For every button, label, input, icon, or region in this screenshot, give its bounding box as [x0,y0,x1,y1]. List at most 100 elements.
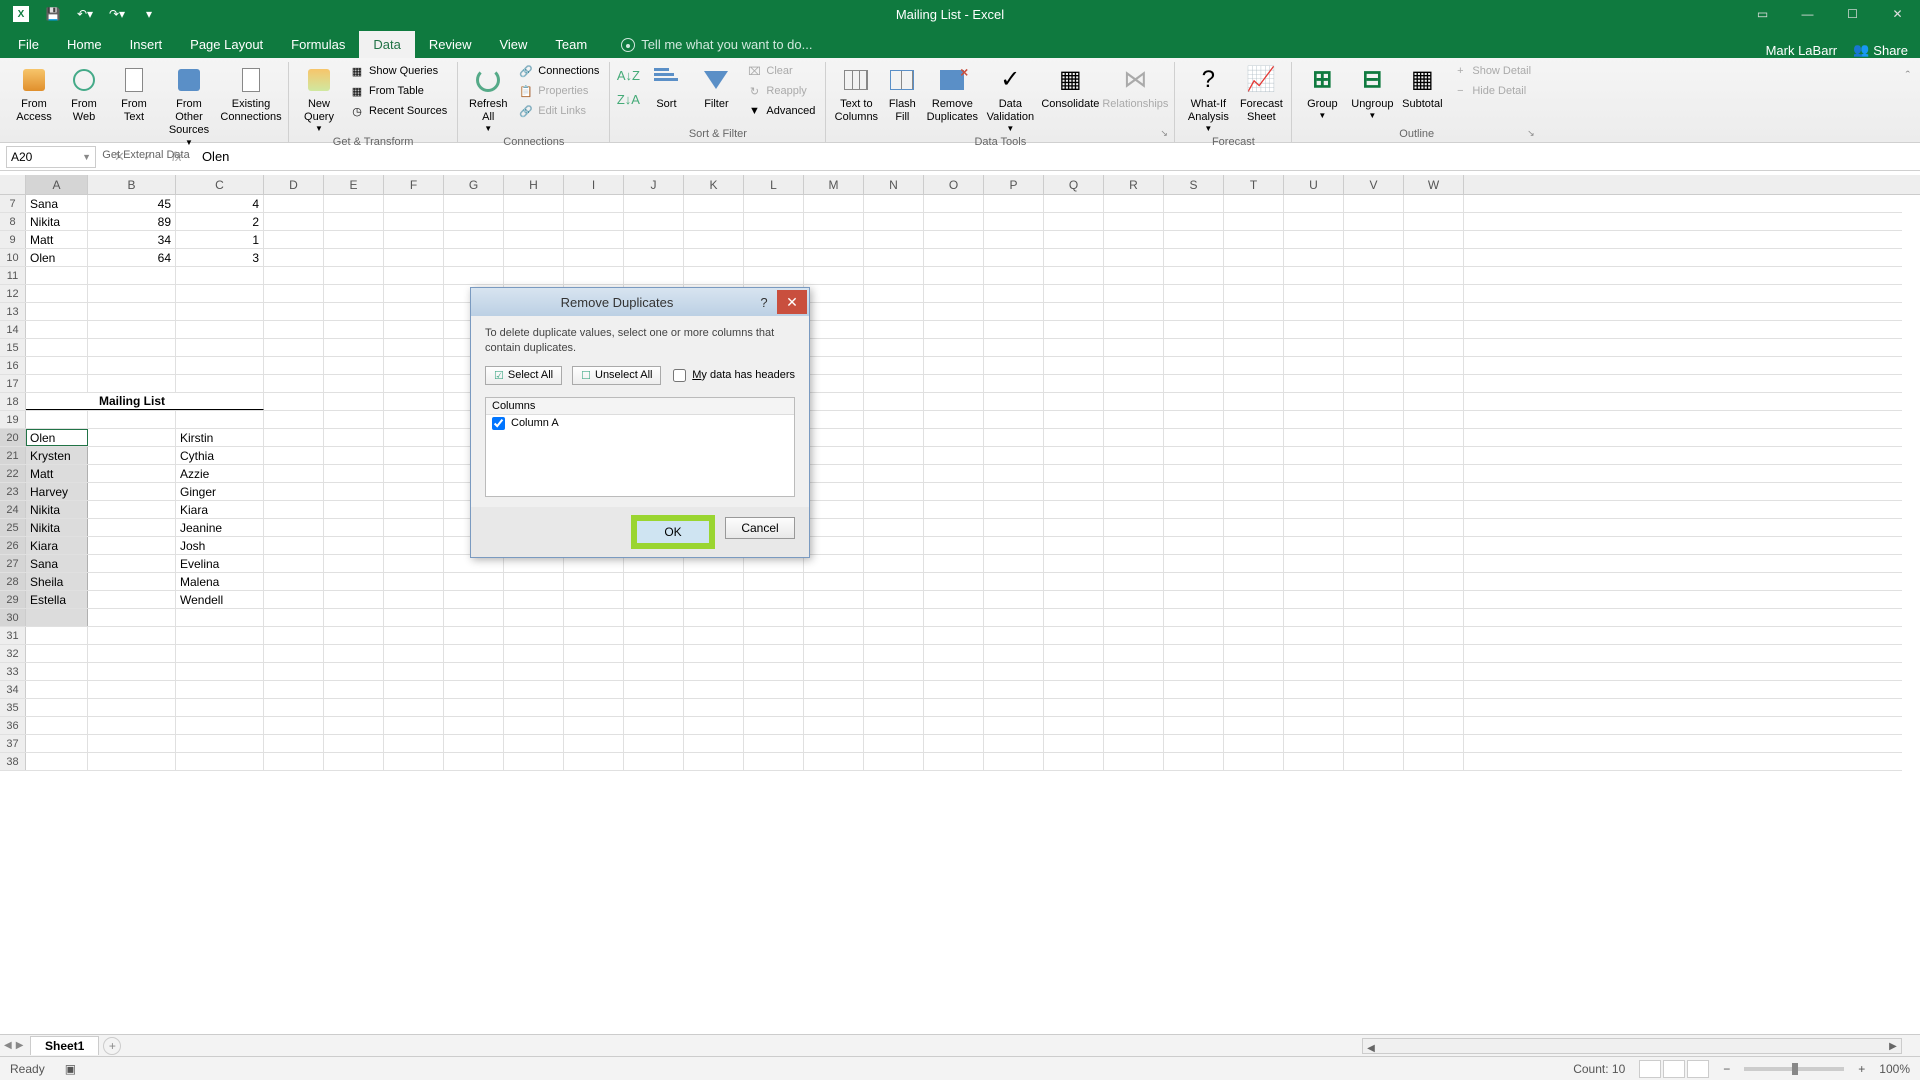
row-header-12[interactable]: 12 [0,285,26,302]
cell-J10[interactable] [624,249,684,266]
cell-D36[interactable] [264,717,324,734]
cell-O8[interactable] [924,213,984,230]
cell-W28[interactable] [1404,573,1464,590]
cell-F13[interactable] [384,303,444,320]
formula-input[interactable]: Olen [194,149,1920,164]
cell-P13[interactable] [984,303,1044,320]
cell-Q28[interactable] [1044,573,1104,590]
cell-D26[interactable] [264,537,324,554]
cell-E18[interactable] [324,393,384,410]
cell-D18[interactable] [264,393,324,410]
cell-M33[interactable] [804,663,864,680]
undo-icon[interactable]: ↶▾ [74,3,96,25]
cell-W19[interactable] [1404,411,1464,428]
edit-links-button[interactable]: 🔗Edit Links [514,102,603,120]
cell-O10[interactable] [924,249,984,266]
row-header-34[interactable]: 34 [0,681,26,698]
cell-S34[interactable] [1164,681,1224,698]
column-header-G[interactable]: G [444,175,504,194]
cell-K37[interactable] [684,735,744,752]
row-header-28[interactable]: 28 [0,573,26,590]
cell-M19[interactable] [804,411,864,428]
tab-home[interactable]: Home [53,31,116,58]
cell-P17[interactable] [984,375,1044,392]
cell-R31[interactable] [1104,627,1164,644]
cell-P25[interactable] [984,519,1044,536]
flash-fill-button[interactable]: Flash Fill [882,62,922,126]
cell-W7[interactable] [1404,195,1464,212]
cell-O22[interactable] [924,465,984,482]
cell-B24[interactable] [88,501,176,518]
cell-A17[interactable] [26,375,88,392]
cell-U26[interactable] [1284,537,1344,554]
cell-U12[interactable] [1284,285,1344,302]
cell-D31[interactable] [264,627,324,644]
cell-J29[interactable] [624,591,684,608]
cell-U37[interactable] [1284,735,1344,752]
cell-U27[interactable] [1284,555,1344,572]
cell-T16[interactable] [1224,357,1284,374]
cell-S23[interactable] [1164,483,1224,500]
cell-W35[interactable] [1404,699,1464,716]
column-header-K[interactable]: K [684,175,744,194]
cell-E7[interactable] [324,195,384,212]
cell-Q14[interactable] [1044,321,1104,338]
cell-O29[interactable] [924,591,984,608]
cell-S17[interactable] [1164,375,1224,392]
cell-S9[interactable] [1164,231,1224,248]
column-header-O[interactable]: O [924,175,984,194]
cell-N19[interactable] [864,411,924,428]
cell-E36[interactable] [324,717,384,734]
cell-B11[interactable] [88,267,176,284]
cell-C10[interactable]: 3 [176,249,264,266]
cell-I8[interactable] [564,213,624,230]
cell-A34[interactable] [26,681,88,698]
cell-C32[interactable] [176,645,264,662]
cell-B26[interactable] [88,537,176,554]
cell-U20[interactable] [1284,429,1344,446]
cell-V21[interactable] [1344,447,1404,464]
cell-J7[interactable] [624,195,684,212]
row-header-33[interactable]: 33 [0,663,26,680]
column-header-Q[interactable]: Q [1044,175,1104,194]
cell-W33[interactable] [1404,663,1464,680]
row-header-32[interactable]: 32 [0,645,26,662]
cell-M18[interactable] [804,393,864,410]
cell-R29[interactable] [1104,591,1164,608]
cell-N33[interactable] [864,663,924,680]
cell-A28[interactable]: Sheila [26,573,88,590]
cell-P26[interactable] [984,537,1044,554]
cell-U33[interactable] [1284,663,1344,680]
cell-C28[interactable]: Malena [176,573,264,590]
cell-G11[interactable] [444,267,504,284]
sort-asc-button[interactable]: A↓Z [616,66,640,84]
sheet-nav-prev-icon[interactable]: ◀ [4,1040,12,1051]
cell-V18[interactable] [1344,393,1404,410]
column-header-V[interactable]: V [1344,175,1404,194]
cell-A29[interactable]: Estella [26,591,88,608]
cell-N11[interactable] [864,267,924,284]
cell-T35[interactable] [1224,699,1284,716]
cell-B38[interactable] [88,753,176,770]
cell-Q9[interactable] [1044,231,1104,248]
cell-T28[interactable] [1224,573,1284,590]
cell-F29[interactable] [384,591,444,608]
cell-T14[interactable] [1224,321,1284,338]
cell-S13[interactable] [1164,303,1224,320]
cell-B22[interactable] [88,465,176,482]
from-text-button[interactable]: From Text [110,62,158,126]
cell-Q34[interactable] [1044,681,1104,698]
cell-T23[interactable] [1224,483,1284,500]
cell-K9[interactable] [684,231,744,248]
row-header-17[interactable]: 17 [0,375,26,392]
cell-R10[interactable] [1104,249,1164,266]
cell-V36[interactable] [1344,717,1404,734]
cell-O20[interactable] [924,429,984,446]
cell-E34[interactable] [324,681,384,698]
cell-R22[interactable] [1104,465,1164,482]
cell-E19[interactable] [324,411,384,428]
remove-duplicates-button[interactable]: Remove Duplicates [924,62,980,126]
cell-J34[interactable] [624,681,684,698]
column-header-F[interactable]: F [384,175,444,194]
cell-B28[interactable] [88,573,176,590]
